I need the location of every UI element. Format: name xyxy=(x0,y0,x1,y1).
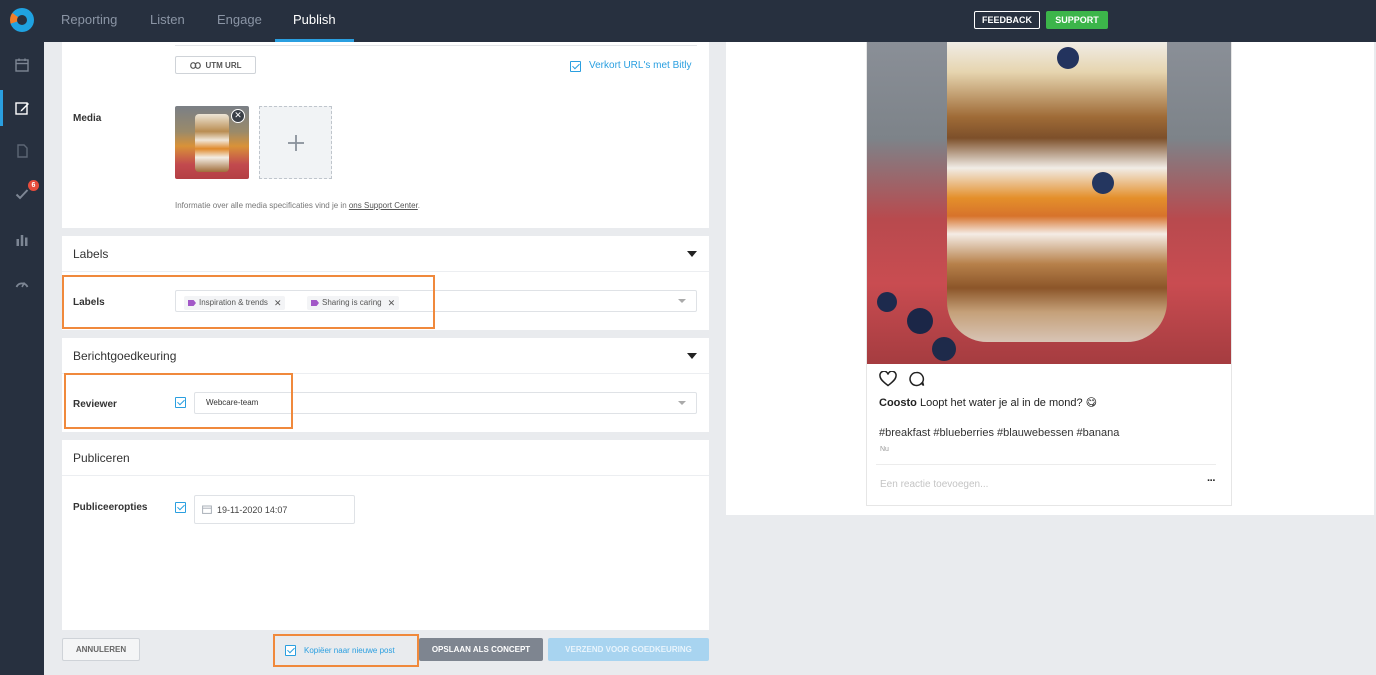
tab-publish[interactable]: Publish xyxy=(275,0,354,42)
copy-to-new-post-label[interactable]: Kopiëer naar nieuwe post xyxy=(304,646,395,655)
send-for-approval-button[interactable]: VERZEND VOOR GOEDKEURING xyxy=(548,638,709,661)
labels-panel-header[interactable]: Labels xyxy=(62,236,709,272)
shorten-url-label[interactable]: Verkort URL's met Bitly xyxy=(589,60,692,71)
post-caption-text: Loopt het water je al in de mond? 😋 xyxy=(919,397,1098,409)
highlight-annotation xyxy=(62,275,435,329)
utm-url-button[interactable]: UTM URL xyxy=(175,56,256,74)
post-username: Coosto xyxy=(879,397,917,409)
more-options-icon[interactable]: ··· xyxy=(1207,475,1216,487)
sidebar-item-documents[interactable] xyxy=(0,133,44,169)
support-center-link[interactable]: ons Support Center xyxy=(349,201,418,210)
sidebar-item-analytics[interactable] xyxy=(0,222,44,258)
tab-listen[interactable]: Listen xyxy=(150,0,185,42)
blueberry-shape xyxy=(907,308,933,334)
labels-panel-title: Labels xyxy=(73,247,109,261)
thumbnail-parfait-shape xyxy=(195,114,229,172)
save-draft-button[interactable]: OPSLAAN ALS CONCEPT xyxy=(419,638,543,661)
compose-icon xyxy=(15,102,29,115)
approval-panel-header[interactable]: Berichtgoedkeuring xyxy=(62,338,709,374)
publish-date-value: 19-11-2020 14:07 xyxy=(217,504,288,515)
copy-to-new-post-checkbox[interactable] xyxy=(285,645,296,656)
plus-icon xyxy=(287,134,304,151)
publish-checkbox[interactable] xyxy=(175,502,186,513)
blueberry-shape xyxy=(932,337,956,361)
media-panel: UTM URL Verkort URL's met Bitly Media ✕ … xyxy=(62,42,709,228)
calendar-icon xyxy=(202,505,212,514)
tab-engage[interactable]: Engage xyxy=(217,0,262,42)
link-icon xyxy=(189,61,201,69)
publish-date-input[interactable]: 19-11-2020 14:07 xyxy=(194,495,355,524)
sidebar-item-calendar[interactable] xyxy=(0,47,44,83)
publish-panel: Publiceren Publiceeropties 19-11-2020 14… xyxy=(62,440,709,630)
feedback-button[interactable]: FEEDBACK xyxy=(974,11,1040,29)
utm-url-label: UTM URL xyxy=(205,60,242,70)
coosto-logo[interactable] xyxy=(10,8,34,32)
approval-check-icon xyxy=(15,189,29,200)
sidebar-item-dashboard[interactable] xyxy=(0,265,44,301)
left-sidebar: 6 xyxy=(0,42,44,675)
document-icon xyxy=(17,144,28,158)
media-field-label: Media xyxy=(73,113,102,124)
comment-placeholder: Een reactie toevoegen... xyxy=(880,479,989,490)
approvals-count-badge: 6 xyxy=(28,180,39,191)
add-media-button[interactable] xyxy=(259,106,332,179)
post-hashtags: #breakfast #blueberries #blauwebessen #b… xyxy=(879,427,1120,439)
heart-icon[interactable] xyxy=(879,371,897,387)
gauge-icon xyxy=(15,282,29,288)
sidebar-item-compose[interactable] xyxy=(0,90,44,126)
post-image xyxy=(867,42,1231,364)
cancel-button[interactable]: ANNULEREN xyxy=(62,638,140,661)
media-info-text: Informatie over alle media specificaties… xyxy=(175,201,420,210)
post-time: Nu xyxy=(880,446,889,453)
divider xyxy=(876,464,1216,465)
bar-chart-icon xyxy=(16,235,28,246)
top-navigation-bar: Reporting Listen Engage Publish FEEDBACK… xyxy=(0,0,1376,42)
collapse-caret-icon[interactable] xyxy=(687,251,697,257)
media-info-prefix: Informatie over alle media specificaties… xyxy=(175,201,349,210)
sidebar-item-approvals[interactable]: 6 xyxy=(0,176,44,212)
blueberry-shape xyxy=(877,292,897,312)
publish-panel-title: Publiceren xyxy=(73,451,130,465)
divider xyxy=(175,45,697,46)
comment-icon[interactable] xyxy=(908,371,925,387)
post-caption: Coosto Loopt het water je al in de mond?… xyxy=(879,396,1097,409)
publish-options-label: Publiceeropties xyxy=(73,502,148,513)
dropdown-caret-icon xyxy=(678,299,686,303)
highlight-annotation xyxy=(64,373,293,429)
blueberry-shape xyxy=(1057,47,1079,69)
tab-reporting[interactable]: Reporting xyxy=(61,0,117,42)
support-button[interactable]: SUPPORT xyxy=(1046,11,1108,29)
approval-panel-title: Berichtgoedkeuring xyxy=(73,349,177,363)
collapse-caret-icon[interactable] xyxy=(687,353,697,359)
blueberry-shape xyxy=(1092,172,1114,194)
shorten-url-checkbox[interactable] xyxy=(570,61,581,72)
media-info-suffix: . xyxy=(417,201,421,210)
publish-panel-header: Publiceren xyxy=(62,440,709,476)
dropdown-caret-icon xyxy=(678,401,686,405)
remove-media-icon[interactable]: ✕ xyxy=(231,109,245,123)
calendar-icon xyxy=(15,58,29,72)
parfait-glass-shape xyxy=(947,42,1167,342)
